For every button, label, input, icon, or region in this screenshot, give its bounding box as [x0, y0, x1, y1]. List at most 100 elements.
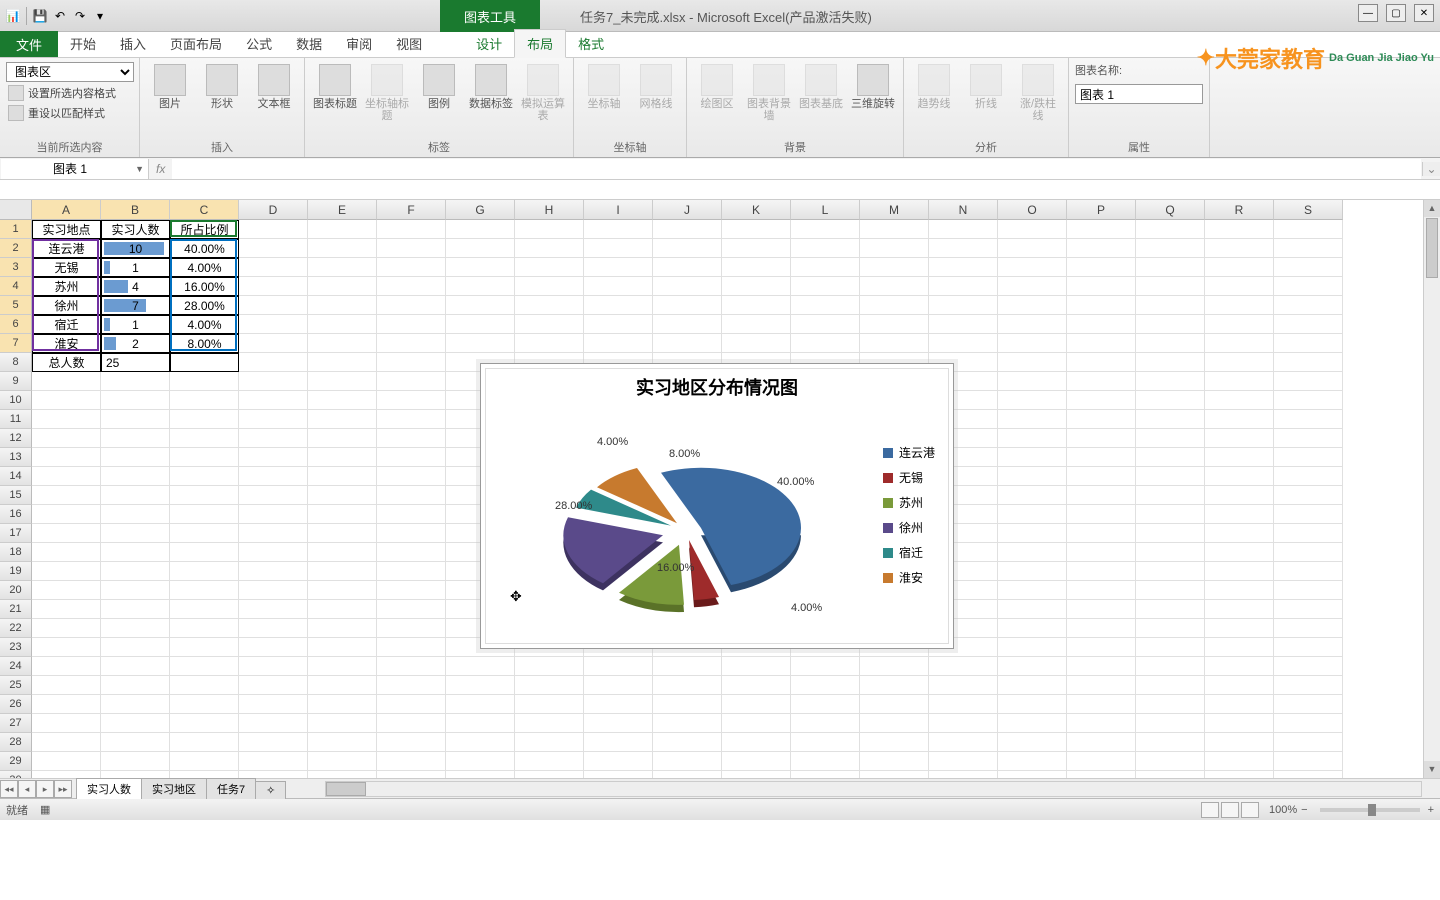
- row-header[interactable]: 27: [0, 714, 32, 733]
- row-header[interactable]: 1: [0, 220, 32, 239]
- sheet-tab[interactable]: 任务7: [206, 778, 256, 799]
- col-header[interactable]: D: [239, 200, 308, 220]
- file-tab[interactable]: 文件: [0, 31, 58, 57]
- row-header[interactable]: 15: [0, 486, 32, 505]
- maximize-button[interactable]: ▢: [1386, 4, 1406, 22]
- pie-plot-area[interactable]: 40.00% 4.00% 16.00% 28.00% 4.00% 8.00%: [521, 414, 841, 634]
- row-header[interactable]: 14: [0, 467, 32, 486]
- chart-title[interactable]: 实习地区分布情况图: [481, 364, 953, 404]
- undo-icon[interactable]: ↶: [51, 7, 69, 25]
- row-header[interactable]: 8: [0, 353, 32, 372]
- row-header[interactable]: 28: [0, 733, 32, 752]
- zoom-level[interactable]: 100%: [1269, 804, 1297, 816]
- row-header[interactable]: 25: [0, 676, 32, 695]
- row-header[interactable]: 22: [0, 619, 32, 638]
- tab-format[interactable]: 格式: [566, 30, 616, 57]
- scroll-down-icon[interactable]: ▼: [1424, 761, 1440, 778]
- name-box-dropdown-icon[interactable]: ▼: [135, 164, 144, 174]
- row-header[interactable]: 7: [0, 334, 32, 353]
- chart-legend[interactable]: 连云港 无锡 苏州 徐州 宿迁 淮安: [883, 444, 935, 594]
- reset-style-button[interactable]: 重设以匹配样式: [6, 104, 107, 122]
- excel-icon[interactable]: 📊: [4, 7, 22, 25]
- tab-home[interactable]: 开始: [58, 30, 108, 57]
- row-header[interactable]: 13: [0, 448, 32, 467]
- formula-input[interactable]: [172, 159, 1421, 179]
- tab-view[interactable]: 视图: [384, 30, 434, 57]
- fx-icon[interactable]: fx: [156, 162, 165, 176]
- col-header[interactable]: R: [1205, 200, 1274, 220]
- col-header[interactable]: A: [32, 200, 101, 220]
- worksheet-grid[interactable]: ABCDEFGHIJKLMNOPQRS 12345678910111213141…: [0, 200, 1440, 778]
- col-header[interactable]: G: [446, 200, 515, 220]
- vertical-scrollbar[interactable]: ▲ ▼: [1423, 200, 1440, 778]
- zoom-in-icon[interactable]: +: [1428, 804, 1434, 816]
- chart-title-button[interactable]: 图表标题: [311, 62, 359, 112]
- col-header[interactable]: N: [929, 200, 998, 220]
- col-header[interactable]: O: [998, 200, 1067, 220]
- col-header[interactable]: P: [1067, 200, 1136, 220]
- row-header[interactable]: 18: [0, 543, 32, 562]
- formula-expand-icon[interactable]: ⌄: [1422, 162, 1440, 176]
- row-header[interactable]: 4: [0, 277, 32, 296]
- col-header[interactable]: F: [377, 200, 446, 220]
- row-header[interactable]: 9: [0, 372, 32, 391]
- col-header[interactable]: L: [791, 200, 860, 220]
- row-header[interactable]: 23: [0, 638, 32, 657]
- horizontal-scrollbar[interactable]: [325, 781, 1422, 797]
- sheet-nav-next[interactable]: ▸: [36, 780, 54, 798]
- sheet-nav-last[interactable]: ▸▸: [54, 780, 72, 798]
- row-header[interactable]: 20: [0, 581, 32, 600]
- row-headers[interactable]: 1234567891011121314151617181920212223242…: [0, 220, 32, 778]
- tab-layout[interactable]: 布局: [514, 29, 566, 58]
- row-header[interactable]: 3: [0, 258, 32, 277]
- sheet-tab[interactable]: 实习地区: [141, 778, 207, 799]
- column-headers[interactable]: ABCDEFGHIJKLMNOPQRS: [32, 200, 1343, 220]
- redo-icon[interactable]: ↷: [71, 7, 89, 25]
- col-header[interactable]: E: [308, 200, 377, 220]
- tab-design[interactable]: 设计: [464, 30, 514, 57]
- macro-record-icon[interactable]: ▦: [40, 803, 50, 816]
- legend-button[interactable]: 图例: [415, 62, 463, 112]
- close-button[interactable]: ✕: [1414, 4, 1434, 22]
- row-header[interactable]: 19: [0, 562, 32, 581]
- minimize-button[interactable]: —: [1358, 4, 1378, 22]
- chart-object[interactable]: 实习地区分布情况图: [480, 363, 954, 649]
- col-header[interactable]: J: [653, 200, 722, 220]
- scroll-thumb[interactable]: [1426, 218, 1438, 278]
- scroll-up-icon[interactable]: ▲: [1424, 200, 1440, 217]
- view-page-layout-icon[interactable]: [1221, 802, 1239, 818]
- chart-element-selector[interactable]: 图表区: [6, 62, 134, 82]
- data-labels-button[interactable]: 数据标签: [467, 62, 515, 112]
- row-header[interactable]: 29: [0, 752, 32, 771]
- row-header[interactable]: 17: [0, 524, 32, 543]
- view-page-break-icon[interactable]: [1241, 802, 1259, 818]
- tab-data[interactable]: 数据: [284, 30, 334, 57]
- sheet-nav-first[interactable]: ◂◂: [0, 780, 18, 798]
- picture-button[interactable]: 图片: [146, 62, 194, 112]
- textbox-button[interactable]: 文本框: [250, 62, 298, 112]
- save-icon[interactable]: 💾: [31, 7, 49, 25]
- rotate-3d-button[interactable]: 三维旋转: [849, 62, 897, 112]
- col-header[interactable]: I: [584, 200, 653, 220]
- qat-more-icon[interactable]: ▾: [91, 7, 109, 25]
- tab-insert[interactable]: 插入: [108, 30, 158, 57]
- row-header[interactable]: 5: [0, 296, 32, 315]
- row-header[interactable]: 6: [0, 315, 32, 334]
- row-header[interactable]: 30: [0, 771, 32, 778]
- format-selection-button[interactable]: 设置所选内容格式: [6, 84, 118, 102]
- col-header[interactable]: S: [1274, 200, 1343, 220]
- sheet-tab[interactable]: 实习人数: [76, 778, 142, 799]
- view-normal-icon[interactable]: [1201, 802, 1219, 818]
- sheet-new-icon[interactable]: ✧: [255, 781, 286, 799]
- row-header[interactable]: 24: [0, 657, 32, 676]
- row-header[interactable]: 11: [0, 410, 32, 429]
- row-header[interactable]: 16: [0, 505, 32, 524]
- col-header[interactable]: M: [860, 200, 929, 220]
- row-header[interactable]: 2: [0, 239, 32, 258]
- tab-formulas[interactable]: 公式: [234, 30, 284, 57]
- shapes-button[interactable]: 形状: [198, 62, 246, 112]
- zoom-slider[interactable]: [1320, 808, 1420, 812]
- col-header[interactable]: K: [722, 200, 791, 220]
- sheet-nav-prev[interactable]: ◂: [18, 780, 36, 798]
- col-header[interactable]: H: [515, 200, 584, 220]
